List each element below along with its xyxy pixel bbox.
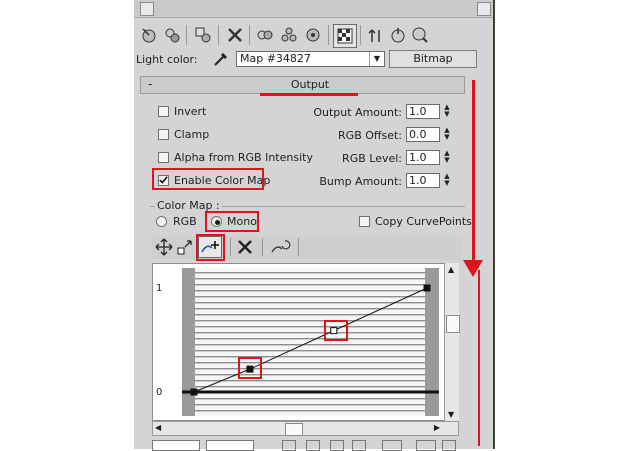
material-navigator-icon[interactable] <box>409 24 431 46</box>
zoom-region-icon[interactable] <box>382 440 402 451</box>
expand-button[interactable] <box>477 2 491 16</box>
reset-curve-icon[interactable] <box>270 238 292 256</box>
pan-icon[interactable] <box>282 440 296 451</box>
go-to-parent-icon[interactable] <box>365 24 387 46</box>
go-forward-icon[interactable] <box>387 24 409 46</box>
graph-bottom-controls <box>152 438 464 451</box>
zoom-horizontal-icon[interactable] <box>330 440 344 451</box>
top-strip <box>134 0 493 18</box>
get-material-icon[interactable] <box>161 24 183 46</box>
zoom-vertical-icon[interactable] <box>352 440 366 451</box>
delete-point-icon[interactable] <box>236 238 254 256</box>
output-amount-label: Output Amount: <box>313 106 402 119</box>
curve-point-annotation-2 <box>324 320 348 341</box>
curve-plot[interactable] <box>182 266 442 418</box>
material-toolbar <box>136 22 482 48</box>
scroll-down-arrow-icon[interactable]: ▼ <box>448 410 454 419</box>
rgb-radio[interactable] <box>156 216 167 227</box>
rgb-level-label: RGB Level: <box>342 152 402 165</box>
put-material-icon[interactable] <box>192 24 214 46</box>
enable-color-map-annotation <box>152 168 264 190</box>
graph-horizontal-scrollbar[interactable]: ◀ ▶ <box>152 421 459 436</box>
toolbar-separator <box>262 238 263 256</box>
arrow-down-icon <box>463 260 483 277</box>
region-icon[interactable] <box>442 440 456 451</box>
bitmap-button[interactable]: Bitmap <box>389 50 477 68</box>
invert-label: Invert <box>174 105 207 118</box>
unique-icon[interactable] <box>278 24 300 46</box>
rgb-offset-field[interactable]: 0.0 <box>406 127 440 142</box>
mono-annotation <box>205 211 259 232</box>
pick-material-icon[interactable] <box>138 24 160 46</box>
rgb-radio-label: RGB <box>173 215 197 228</box>
alpha-from-rgb-label: Alpha from RGB Intensity <box>174 151 313 164</box>
chevron-down-icon: ▼ <box>369 52 384 66</box>
collapse-button[interactable] <box>140 2 154 16</box>
rgb-level-field[interactable]: 1.0 <box>406 150 440 165</box>
bump-amount-label: Bump Amount: <box>319 175 402 188</box>
curve-point-annotation-1 <box>238 357 262 379</box>
graph-y-label-bottom: 0 <box>156 387 163 398</box>
clamp-checkbox[interactable] <box>158 129 169 140</box>
invert-checkbox[interactable] <box>158 106 169 117</box>
right-edge-annotation <box>478 270 480 446</box>
output-amount-spinner[interactable]: ▲ ▼ <box>442 104 452 119</box>
horizontal-scroll-thumb[interactable] <box>285 423 303 436</box>
point-y-field[interactable] <box>206 440 254 451</box>
toolbar-separator <box>230 238 231 256</box>
copy-curve-points-label: Copy CurvePoints <box>375 215 472 228</box>
alpha-from-rgb-checkbox[interactable] <box>158 152 169 163</box>
map-dropdown-value: Map #34827 <box>240 52 311 65</box>
vertical-scroll-thumb[interactable] <box>446 315 460 333</box>
output-amount-field[interactable]: 1.0 <box>406 104 440 119</box>
scroll-left-arrow-icon[interactable]: ◀ <box>155 423 161 432</box>
delete-icon[interactable] <box>224 24 246 46</box>
toolbar-separator <box>249 25 250 45</box>
eyedropper-icon[interactable] <box>212 50 230 68</box>
zoom-extents-icon[interactable] <box>306 440 320 451</box>
map-dropdown[interactable]: Map #34827 ▼ <box>236 51 385 67</box>
clamp-label: Clamp <box>174 128 210 141</box>
toolbar-separator <box>328 25 329 45</box>
graph-vertical-scrollbar[interactable]: ▲ ▼ <box>444 263 460 421</box>
toolbar-separator <box>218 25 219 45</box>
light-color-label: Light color: <box>136 53 198 66</box>
scale-point-icon[interactable] <box>176 238 194 256</box>
bump-amount-spinner[interactable]: ▲ ▼ <box>442 173 452 188</box>
toolbar-separator <box>360 25 361 45</box>
title-underline-annotation <box>260 93 358 96</box>
rgb-level-spinner[interactable]: ▲ ▼ <box>442 150 452 165</box>
toolbar-separator <box>298 238 299 256</box>
graph-y-label-top: 1 <box>156 283 163 294</box>
point-x-field[interactable] <box>152 440 200 451</box>
copy-material-icon[interactable] <box>254 24 276 46</box>
show-map-icon[interactable] <box>302 24 324 46</box>
scroll-up-arrow-icon[interactable]: ▲ <box>448 265 454 274</box>
curve-point[interactable] <box>190 388 198 396</box>
move-icon[interactable] <box>155 238 173 256</box>
checker-icon[interactable] <box>333 24 357 48</box>
bump-amount-field[interactable]: 1.0 <box>406 173 440 188</box>
zoom-icon[interactable] <box>416 440 436 451</box>
viewport-right <box>495 0 640 449</box>
rgb-offset-spinner[interactable]: ▲ ▼ <box>442 127 452 142</box>
curve-point[interactable] <box>423 284 431 292</box>
rollout-collapse-icon[interactable]: - <box>148 77 152 91</box>
viewport-left <box>0 0 134 449</box>
toolbar-separator <box>186 25 187 45</box>
scroll-right-arrow-icon[interactable]: ▶ <box>434 423 440 432</box>
scroll-arrow-annotation <box>472 80 475 268</box>
copy-curve-points-checkbox[interactable] <box>359 216 370 227</box>
add-point-annotation <box>196 234 225 261</box>
output-rollout-title: Output <box>290 78 330 91</box>
rgb-offset-label: RGB Offset: <box>338 129 402 142</box>
